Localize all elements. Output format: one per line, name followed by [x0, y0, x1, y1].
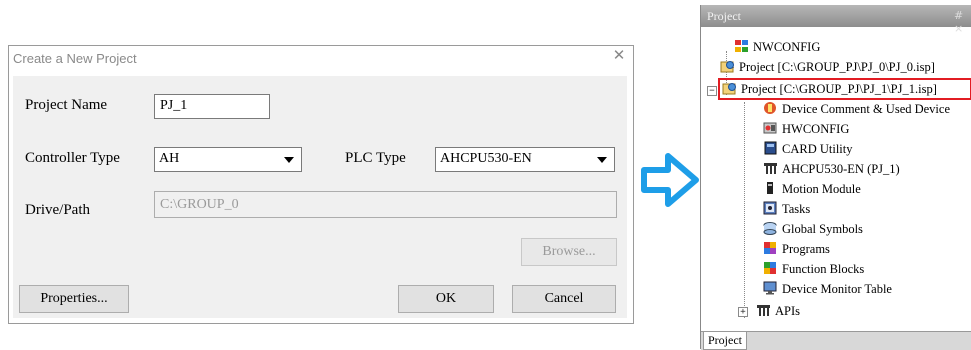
project-name-label: Project Name — [25, 97, 108, 113]
plc-type-label: PLC Type — [345, 150, 406, 166]
tree-item-label: HWCONFIG — [782, 122, 850, 136]
card-utility-icon — [763, 141, 778, 155]
tree-item-label: Project [C:\GROUP_PJ\PJ_0\PJ_0.isp] — [739, 60, 935, 74]
chevron-down-icon — [597, 157, 607, 163]
project-name-input[interactable]: PJ_1 — [154, 94, 270, 119]
network-config-icon — [734, 39, 749, 53]
hardware-config-icon — [763, 121, 778, 135]
collapse-icon[interactable]: − — [707, 86, 717, 96]
tree-item-label: Device Monitor Table — [782, 282, 892, 296]
tree-item-nwconfig[interactable]: NWCONFIG — [734, 38, 820, 56]
ok-button[interactable]: OK — [398, 285, 494, 313]
tree-item-project-pj0[interactable]: Project [C:\GROUP_PJ\PJ_0\PJ_0.isp] — [720, 58, 935, 76]
tree-item-function-blocks[interactable]: Function Blocks — [763, 260, 864, 278]
tree-item-label: AHCPU530-EN (PJ_1) — [782, 162, 900, 176]
drive-path-input: C:\GROUP_0 — [154, 191, 617, 218]
project-tree-panel: Project # × − + NWCONFIG Project [C:\GRO… — [700, 5, 971, 350]
close-icon[interactable]: ✕ — [611, 47, 627, 63]
project-icon — [722, 81, 737, 95]
tree-item-apis[interactable]: APIs — [756, 302, 800, 320]
tree-item-label: Global Symbols — [782, 222, 863, 236]
tree-item-device-comment[interactable]: Device Comment & Used Device — [763, 100, 950, 118]
tree-line — [744, 102, 745, 318]
dialog-body: Project Name PJ_1 Controller Type AH PLC… — [13, 76, 627, 318]
controller-type-value: AH — [159, 151, 180, 166]
properties-button[interactable]: Properties... — [19, 285, 129, 313]
tree-item-programs[interactable]: Programs — [763, 240, 830, 258]
tree-item-label: APIs — [775, 304, 801, 318]
function-blocks-icon — [763, 261, 778, 275]
tab-project[interactable]: Project — [703, 332, 747, 350]
cpu-icon — [763, 161, 778, 175]
device-monitor-icon — [763, 281, 778, 295]
tree-item-tasks[interactable]: Tasks — [763, 200, 810, 218]
plc-type-select[interactable]: AHCPU530-EN — [435, 147, 615, 172]
controller-type-select[interactable]: AH — [154, 147, 302, 172]
panel-title: Project — [707, 9, 741, 23]
pin-icon[interactable]: # × — [954, 9, 971, 35]
plc-type-value: AHCPU530-EN — [440, 151, 532, 166]
tree-item-global-symbols[interactable]: Global Symbols — [763, 220, 863, 238]
global-symbols-icon — [763, 221, 778, 235]
controller-type-label: Controller Type — [25, 150, 120, 166]
tree-item-label: Project [C:\GROUP_PJ\PJ_1\PJ_1.isp] — [741, 82, 937, 96]
motion-module-icon — [763, 181, 778, 195]
tree-item-cpu[interactable]: AHCPU530-EN (PJ_1) — [763, 160, 900, 178]
programs-icon — [763, 241, 778, 255]
chevron-down-icon — [284, 157, 294, 163]
create-project-dialog: Create a New Project ✕ Project Name PJ_1… — [8, 45, 634, 324]
device-comment-icon — [763, 101, 778, 115]
tree-item-label: Tasks — [782, 202, 811, 216]
cancel-button[interactable]: Cancel — [512, 285, 616, 313]
tree-item-label: Programs — [782, 242, 830, 256]
browse-button: Browse... — [521, 238, 617, 266]
drive-path-label: Drive/Path — [25, 202, 90, 218]
tree-item-label: Device Comment & Used Device — [782, 102, 951, 116]
tasks-icon — [763, 201, 778, 215]
tree-item-label: NWCONFIG — [753, 40, 821, 54]
right-arrow-icon — [641, 153, 699, 207]
tree-item-card-utility[interactable]: CARD Utility — [763, 140, 853, 158]
dialog-title: Create a New Project — [13, 51, 137, 66]
tree-item-label: Function Blocks — [782, 262, 865, 276]
tree-item-label: CARD Utility — [782, 142, 853, 156]
project-icon — [720, 59, 735, 73]
tree-item-hwconfig[interactable]: HWCONFIG — [763, 120, 849, 138]
tree-item-project-pj1[interactable]: Project [C:\GROUP_PJ\PJ_1\PJ_1.isp] — [722, 80, 937, 98]
tree-item-motion-module[interactable]: Motion Module — [763, 180, 861, 198]
expand-icon[interactable]: + — [738, 307, 748, 317]
apis-icon — [756, 303, 771, 317]
panel-tab-bar: Project — [701, 331, 971, 350]
tree-item-device-monitor-table[interactable]: Device Monitor Table — [763, 280, 892, 298]
panel-header: Project # × — [701, 5, 971, 35]
tree-item-label: Motion Module — [782, 182, 861, 196]
